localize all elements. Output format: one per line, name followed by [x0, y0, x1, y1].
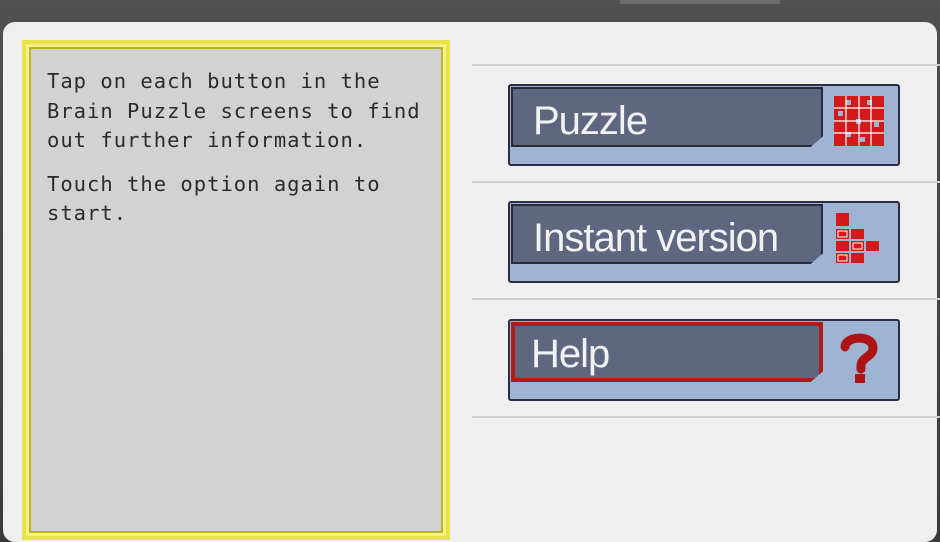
info-paragraph-1: Tap on each button in the Brain Puzzle s… — [47, 69, 421, 152]
puzzle-label-plate: Puzzle — [511, 87, 823, 147]
game-screen: Tap on each button in the Brain Puzzle s… — [0, 0, 940, 542]
puzzle-button-label: Puzzle — [533, 99, 648, 143]
top-bar-decoration — [620, 0, 780, 4]
info-box: Tap on each button in the Brain Puzzle s… — [22, 40, 450, 540]
info-paragraph-2: Touch the option again to start. — [47, 171, 381, 226]
instant-button-label: Instant version — [533, 216, 779, 260]
grid-icon — [834, 96, 884, 146]
info-text: Tap on each button in the Brain Puzzle s… — [47, 67, 427, 243]
instant-version-button[interactable]: Instant version — [508, 201, 900, 283]
help-label-plate: Help — [511, 322, 823, 382]
help-button-label: Help — [531, 332, 610, 376]
divider — [472, 64, 940, 66]
help-button[interactable]: Help — [508, 319, 900, 401]
divider — [472, 181, 940, 183]
divider — [472, 416, 940, 418]
puzzle-button[interactable]: Puzzle — [508, 84, 900, 166]
question-icon — [840, 333, 878, 383]
divider — [472, 298, 940, 300]
blocks-icon — [836, 213, 879, 263]
instant-label-plate: Instant version — [511, 204, 823, 264]
